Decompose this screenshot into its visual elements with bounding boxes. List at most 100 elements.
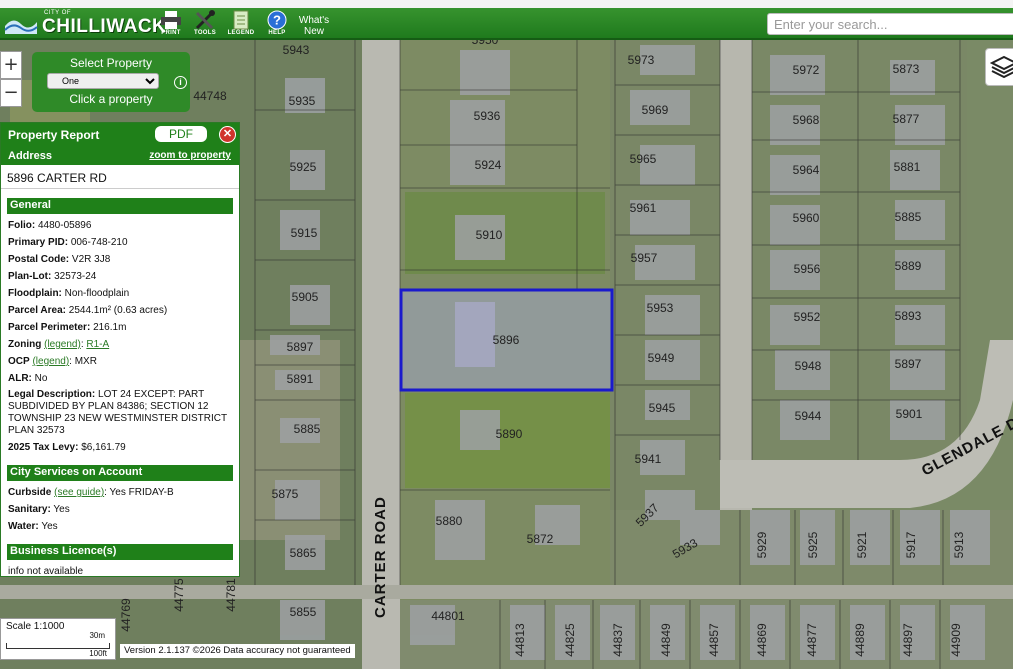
address-label: Address (8, 150, 53, 162)
parcel-label: 44869 (755, 623, 769, 657)
postal-row: Postal Code: V2R 3J8 (8, 254, 111, 265)
parcel-label: 5945 (649, 401, 676, 415)
print-label: PRINT (161, 30, 181, 36)
planlot-row: Plan-Lot: 32573-24 (8, 271, 97, 282)
water-row: Water: Yes (8, 521, 58, 532)
help-button[interactable]: ? HELP (260, 10, 294, 38)
see-guide-link[interactable]: (see guide) (54, 487, 104, 498)
parcel-label: 5969 (642, 103, 669, 117)
alr-row: ALR: No (8, 373, 48, 384)
zoom-in-button[interactable]: + (0, 51, 22, 79)
parcel-label: 5960 (793, 211, 820, 225)
parcel-label: 5901 (896, 407, 923, 421)
parcel-label: 5950 (472, 40, 499, 47)
parcel-label: 5961 (630, 201, 657, 215)
business-licence-heading: Business Licence(s) (7, 544, 233, 560)
legend-button[interactable]: LEGEND (224, 10, 258, 38)
parcel-label: 44849 (659, 623, 673, 657)
tools-button[interactable]: TOOLS (188, 10, 222, 38)
zoom-to-property-link[interactable]: zoom to property (149, 150, 231, 161)
print-button[interactable]: PRINT (154, 10, 188, 38)
zoom-out-button[interactable]: − (0, 79, 22, 107)
parcel-label: 5972 (793, 63, 820, 77)
parcel-label: 5897 (287, 340, 314, 354)
parcel-label: 5889 (895, 259, 922, 273)
zoom-controls: + − (0, 51, 22, 107)
parcel-label: 5921 (855, 531, 869, 558)
parcel-label: 5915 (291, 226, 318, 240)
business-licence-value: info not available (8, 566, 84, 577)
parcel-label: 44801 (431, 609, 465, 623)
parcel-label: 5872 (527, 532, 554, 546)
zoning-value-link[interactable]: R1-A (86, 339, 109, 350)
general-heading: General (7, 198, 233, 214)
layers-button[interactable] (985, 48, 1013, 86)
report-title: Property Report (8, 128, 100, 142)
area-row: Parcel Area: 2544.1m² (0.63 acres) (8, 305, 168, 316)
scale-feet: 100ft (89, 649, 107, 658)
scale-meters: 30m (89, 631, 105, 640)
parcel-label: 5936 (474, 109, 501, 123)
parcel-label: 5917 (904, 531, 918, 558)
parcel-label: 5965 (630, 152, 657, 166)
parcel-label: 5956 (794, 262, 821, 276)
parcel-label: 5875 (272, 487, 299, 501)
parcel-label: 5855 (290, 605, 317, 619)
version-text: Version 2.1.137 ©2026 Data accuracy not … (120, 644, 355, 658)
printer-icon (161, 11, 181, 29)
parcel-label: 5973 (628, 53, 655, 67)
whats-new-line2: New (303, 26, 324, 37)
parcel-label: 5881 (894, 160, 921, 174)
legal-row: Legal Description: LOT 24 EXCEPT: PART S… (8, 389, 227, 436)
parcel-label: 5935 (289, 94, 316, 108)
parcel-label: 44825 (563, 623, 577, 657)
pdf-button[interactable]: PDF (155, 126, 207, 142)
parcel-label: 44909 (949, 623, 963, 657)
parcel-label: 5880 (436, 514, 463, 528)
zoning-legend-link[interactable]: (legend) (44, 339, 81, 350)
parcel-label: 5925 (806, 531, 820, 558)
help-label: HELP (268, 30, 286, 36)
parcel-label: 5910 (476, 228, 503, 242)
info-icon[interactable]: i (174, 76, 187, 89)
wave-logo-icon (4, 20, 38, 34)
logo-subtitle: CITY OF (44, 10, 72, 16)
parcel-label: 5929 (755, 531, 769, 558)
wrench-icon (195, 10, 215, 30)
ocp-row: OCP (legend): MXR (8, 356, 97, 367)
parcel-label: 5897 (895, 357, 922, 371)
report-header: Property Report PDF ✕ Address zoom to pr… (1, 123, 239, 165)
select-property-panel: Select Property One i Click a property (32, 52, 190, 112)
legend-icon (233, 10, 249, 30)
parcel-label: 5944 (795, 409, 822, 423)
parcel-label: 5877 (893, 112, 920, 126)
parcel-label: 5885 (895, 210, 922, 224)
select-property-dropdown[interactable]: One (47, 73, 159, 89)
floodplain-row: Floodplain: Non-floodplain (8, 288, 130, 299)
parcel-label: 5913 (952, 531, 966, 558)
parcel-label: 44897 (901, 623, 915, 657)
whats-new-link[interactable]: What's New (294, 15, 334, 37)
pid-row: Primary PID: 006-748-210 (8, 237, 128, 248)
parcel-label: 44775 (172, 578, 186, 612)
ocp-legend-link[interactable]: (legend) (32, 356, 69, 367)
parcel-label: 5890 (496, 427, 523, 441)
zoning-row: Zoning (legend): R1-A (8, 339, 110, 350)
whats-new-line1: What's (298, 15, 330, 26)
search-input[interactable] (767, 13, 1013, 35)
logo-title: CHILLIWACK (42, 16, 167, 37)
tools-label: TOOLS (193, 30, 217, 36)
select-property-title: Select Property (69, 56, 153, 70)
parcel-label: 5957 (631, 251, 658, 265)
layers-icon (989, 55, 1013, 79)
close-icon[interactable]: ✕ (219, 126, 236, 143)
parcel-label: 44748 (193, 89, 227, 103)
tax-row: 2025 Tax Levy: $6,161.79 (8, 442, 126, 453)
folio-row: Folio: 4480-05896 (8, 220, 92, 231)
scale-bar: Scale 1:1000 30m 100ft (0, 618, 116, 660)
parcel-label: 5968 (793, 113, 820, 127)
city-logo[interactable]: CITY OF CHILLIWACK (4, 10, 167, 37)
parcel-label: 5925 (290, 160, 317, 174)
address-value: 5896 CARTER RD (1, 165, 239, 189)
parcel-label: 44781 (224, 578, 238, 612)
